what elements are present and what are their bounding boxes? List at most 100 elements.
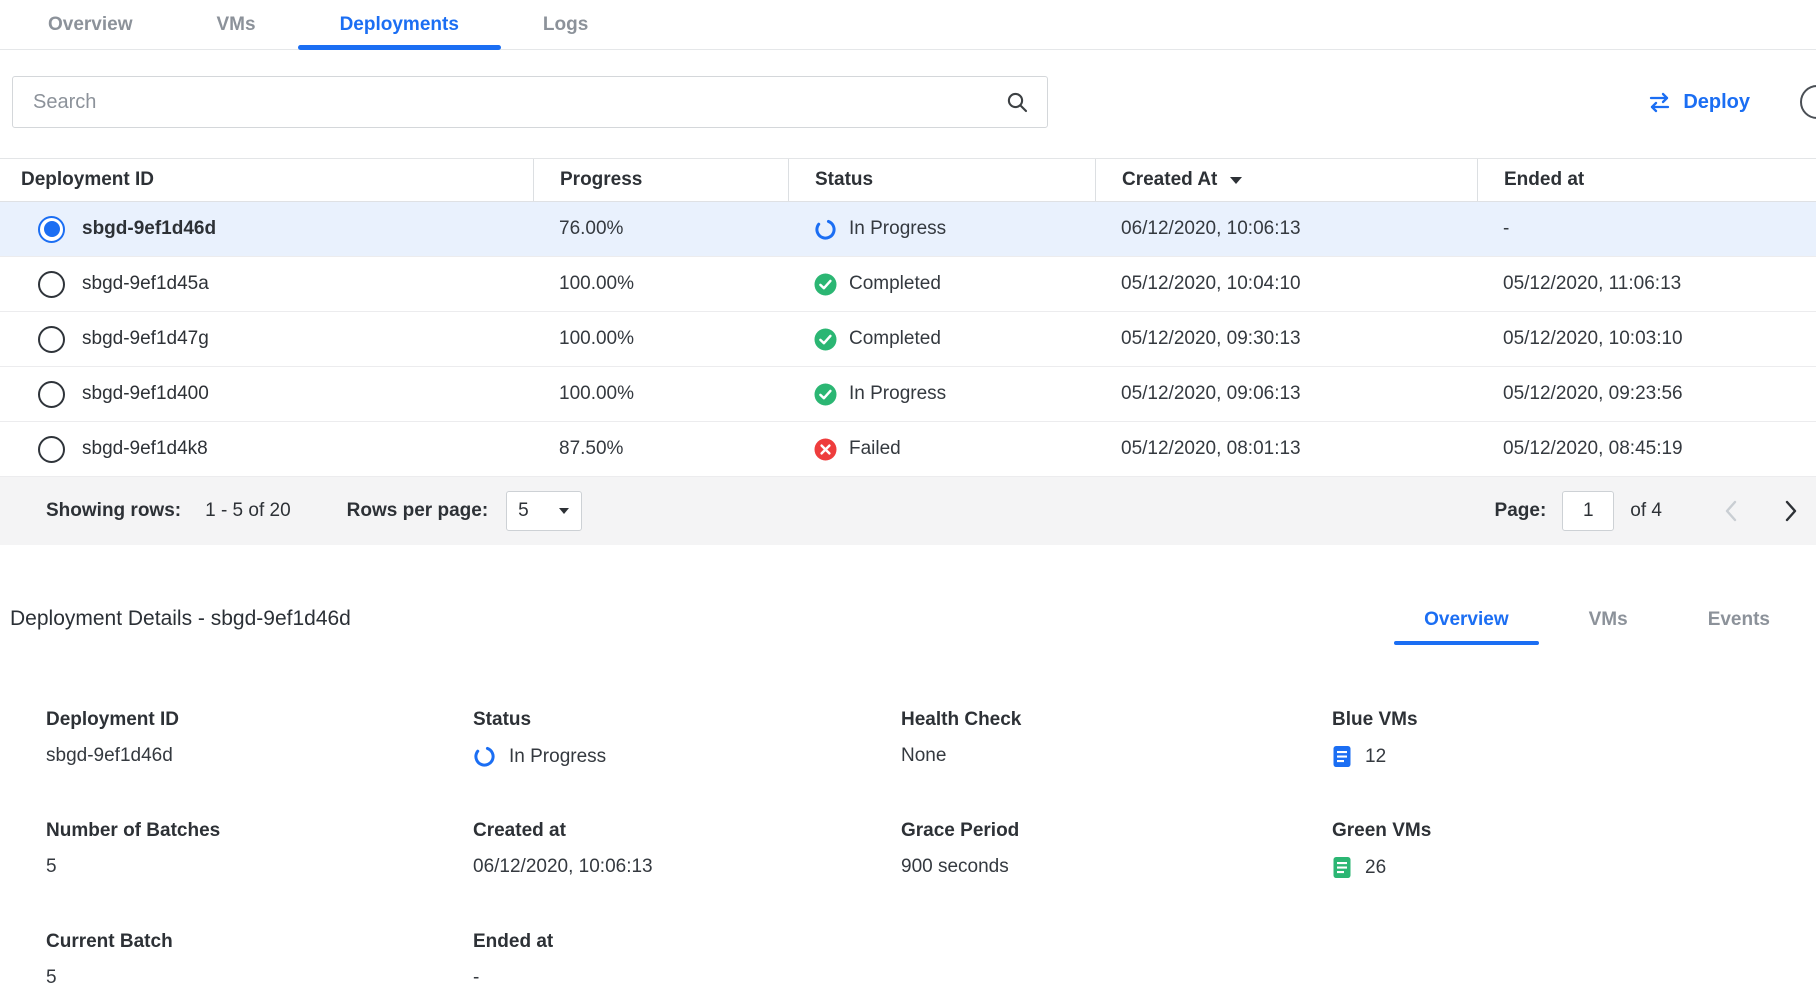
deployment-row[interactable]: sbgd-9ef1d45a 100.00% Completed 05/12/20… [0, 257, 1816, 312]
ended-at-value: 05/12/2020, 09:23:56 [1477, 383, 1816, 405]
status-cell: In Progress [788, 218, 1095, 241]
deployment-id: sbgd-9ef1d47g [82, 328, 209, 350]
deploy-button-label: Deploy [1683, 91, 1750, 114]
created-at-value: 05/12/2020, 10:04:10 [1095, 273, 1477, 295]
page-label: Page: [1495, 500, 1547, 522]
showing-rows-label: Showing rows: [46, 500, 181, 522]
search-box[interactable] [12, 76, 1048, 128]
details-grid: Deployment ID sbgd-9ef1d46d Status In Pr… [0, 709, 1816, 989]
ended-at-value: 05/12/2020, 08:45:19 [1477, 438, 1816, 460]
row-radio[interactable] [38, 271, 65, 298]
status-cell: Failed [788, 438, 1095, 461]
progress-value: 100.00% [533, 273, 788, 295]
field-deployment-id: Deployment ID sbgd-9ef1d46d [46, 709, 473, 768]
completed-check-icon [814, 383, 837, 406]
col-deployment-id: Deployment ID [0, 159, 533, 201]
page-input[interactable] [1562, 491, 1614, 531]
deployment-row[interactable]: sbgd-9ef1d4k8 87.50% Failed 05/12/2020, … [0, 422, 1816, 477]
tab-vms[interactable]: VMs [175, 0, 298, 49]
rows-per-page-label: Rows per page: [347, 500, 488, 522]
failed-x-icon [814, 438, 837, 461]
field-blue-vms: Blue VMs 12 [1332, 709, 1816, 768]
status-label: In Progress [849, 218, 946, 240]
details-tab-events[interactable]: Events [1678, 597, 1800, 645]
deploy-button[interactable]: Deploy [1641, 90, 1756, 115]
tab-overview[interactable]: Overview [6, 0, 175, 49]
in-progress-spinner-icon [814, 218, 837, 241]
col-created-at[interactable]: Created At [1095, 159, 1477, 201]
created-at-value: 05/12/2020, 09:06:13 [1095, 383, 1477, 405]
blue-vm-icon [1332, 745, 1352, 768]
col-ended-at: Ended at [1477, 159, 1816, 201]
rows-per-page-value: 5 [518, 500, 529, 522]
history-icon[interactable] [1800, 85, 1816, 119]
field-green-vms: Green VMs 26 [1332, 820, 1816, 879]
details-tab-vms[interactable]: VMs [1559, 597, 1658, 645]
deployment-row[interactable]: sbgd-9ef1d47g 100.00% Completed 05/12/20… [0, 312, 1816, 367]
field-grace-period: Grace Period 900 seconds [901, 820, 1332, 879]
deployment-row[interactable]: sbgd-9ef1d400 100.00% In Progress 05/12/… [0, 367, 1816, 422]
status-label: Completed [849, 273, 941, 295]
field-health-check: Health Check None [901, 709, 1332, 768]
table-header: Deployment ID Progress Status Created At… [0, 158, 1816, 202]
ended-at-value: - [1477, 218, 1816, 240]
deployments-table: Deployment ID Progress Status Created At… [0, 158, 1816, 545]
row-radio[interactable] [38, 326, 65, 353]
main-tab-bar: Overview VMs Deployments Logs [0, 0, 1816, 50]
completed-check-icon [814, 273, 837, 296]
col-status: Status [788, 159, 1095, 201]
toolbar: Deploy [12, 76, 1816, 128]
field-status: Status In Progress [473, 709, 901, 768]
completed-check-icon [814, 328, 837, 351]
row-radio[interactable] [38, 381, 65, 408]
status-label: Completed [849, 328, 941, 350]
details-tab-bar: Overview VMs Events [1384, 597, 1810, 645]
page-controls: Page: of 4 [1495, 491, 1798, 531]
deployment-id: sbgd-9ef1d45a [82, 273, 209, 295]
chevron-down-icon [558, 507, 570, 515]
tab-logs[interactable]: Logs [501, 0, 630, 49]
ended-at-value: 05/12/2020, 11:06:13 [1477, 273, 1816, 295]
search-input[interactable] [31, 90, 1005, 115]
status-label: In Progress [849, 383, 946, 405]
progress-value: 76.00% [533, 218, 788, 240]
status-cell: Completed [788, 273, 1095, 296]
green-vm-icon [1332, 856, 1352, 879]
progress-value: 100.00% [533, 328, 788, 350]
created-at-value: 06/12/2020, 10:06:13 [1095, 218, 1477, 240]
deployment-row[interactable]: sbgd-9ef1d46d 76.00% In Progress 06/12/2… [0, 202, 1816, 257]
status-cell: Completed [788, 328, 1095, 351]
search-icon[interactable] [1005, 90, 1029, 114]
deployment-id: sbgd-9ef1d46d [82, 218, 216, 240]
in-progress-spinner-icon [473, 745, 496, 768]
created-at-value: 05/12/2020, 08:01:13 [1095, 438, 1477, 460]
deployment-id: sbgd-9ef1d400 [82, 383, 209, 405]
created-at-value: 05/12/2020, 09:30:13 [1095, 328, 1477, 350]
deployment-details: Deployment Details - sbgd-9ef1d46d Overv… [0, 593, 1816, 989]
field-created-at: Created at 06/12/2020, 10:06:13 [473, 820, 901, 879]
rows-per-page-select[interactable]: 5 [506, 491, 582, 531]
progress-value: 87.50% [533, 438, 788, 460]
sort-desc-icon[interactable] [1229, 176, 1243, 185]
deployments-page: Overview VMs Deployments Logs Deploy Dep… [0, 0, 1816, 989]
ended-at-value: 05/12/2020, 10:03:10 [1477, 328, 1816, 350]
details-tab-overview[interactable]: Overview [1394, 597, 1539, 645]
row-radio[interactable] [38, 436, 65, 463]
swap-horizontal-icon [1647, 92, 1672, 113]
status-cell: In Progress [788, 383, 1095, 406]
field-current-batch: Current Batch 5 [46, 931, 473, 989]
details-title: Deployment Details - sbgd-9ef1d46d [10, 607, 351, 645]
table-pagination: Showing rows: 1 - 5 of 20 Rows per page:… [0, 477, 1816, 545]
status-label: Failed [849, 438, 901, 460]
prev-page-chevron-icon[interactable] [1724, 500, 1737, 522]
field-number-of-batches: Number of Batches 5 [46, 820, 473, 879]
showing-rows-value: 1 - 5 of 20 [205, 500, 291, 522]
next-page-chevron-icon[interactable] [1785, 500, 1798, 522]
progress-value: 100.00% [533, 383, 788, 405]
row-radio-selected[interactable] [38, 216, 65, 243]
tab-deployments[interactable]: Deployments [298, 0, 501, 49]
page-total: of 4 [1630, 500, 1662, 522]
col-progress: Progress [533, 159, 788, 201]
field-ended-at: Ended at - [473, 931, 901, 989]
deployment-id: sbgd-9ef1d4k8 [82, 438, 208, 460]
